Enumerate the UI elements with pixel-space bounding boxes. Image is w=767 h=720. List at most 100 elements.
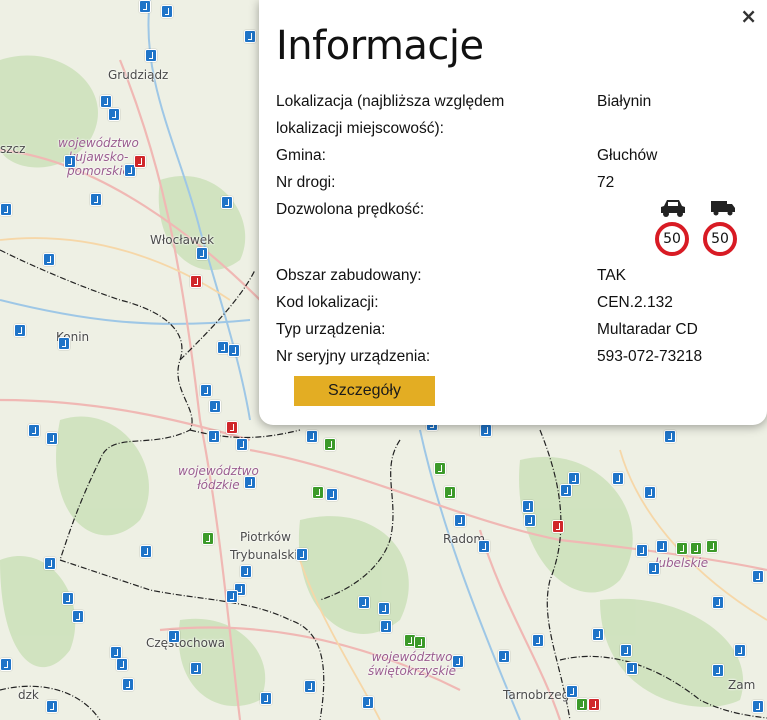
speed-camera-marker[interactable]: [648, 562, 660, 575]
speed-camera-marker[interactable]: [664, 430, 676, 443]
speed-camera-marker[interactable]: [306, 430, 318, 443]
speed-camera-marker[interactable]: [362, 696, 374, 709]
speed-camera-marker[interactable]: [612, 472, 624, 485]
speed-camera-marker[interactable]: [168, 630, 180, 643]
speed-camera-marker[interactable]: [244, 476, 256, 489]
speed-camera-marker[interactable]: [209, 400, 221, 413]
speed-camera-marker[interactable]: [752, 700, 764, 713]
speed-camera-marker[interactable]: [46, 432, 58, 445]
speed-camera-marker[interactable]: [636, 544, 648, 557]
speed-camera-marker[interactable]: [576, 698, 588, 711]
info-label: Nr drogi:: [276, 174, 336, 191]
speed-camera-marker[interactable]: [380, 620, 392, 633]
speed-camera-marker[interactable]: [116, 658, 128, 671]
speed-camera-marker[interactable]: [454, 514, 466, 527]
speed-camera-marker[interactable]: [706, 540, 718, 553]
speed-camera-marker[interactable]: [196, 247, 208, 260]
speed-camera-marker[interactable]: [90, 193, 102, 206]
speed-camera-marker[interactable]: [566, 685, 578, 698]
speed-camera-marker[interactable]: [626, 662, 638, 675]
speed-camera-marker[interactable]: [44, 557, 56, 570]
city-label: Tarnobrzeg: [503, 688, 570, 702]
speed-camera-marker[interactable]: [378, 602, 390, 615]
speed-camera-marker[interactable]: [240, 565, 252, 578]
info-value: Białynin: [597, 93, 652, 110]
speed-camera-marker[interactable]: [444, 486, 456, 499]
speed-camera-marker[interactable]: [478, 540, 490, 553]
speed-camera-marker[interactable]: [226, 421, 238, 434]
speed-camera-marker[interactable]: [58, 337, 70, 350]
speed-camera-marker[interactable]: [139, 0, 151, 13]
speed-camera-marker[interactable]: [434, 462, 446, 475]
speed-camera-marker[interactable]: [560, 484, 572, 497]
info-value: Multaradar CD: [597, 321, 698, 338]
city-label: Włocławek: [150, 233, 215, 247]
speed-camera-marker[interactable]: [752, 570, 764, 583]
speed-camera-marker[interactable]: [690, 542, 702, 555]
info-row-speed: Dozwolona prędkość: 50 50: [276, 196, 751, 262]
speed-camera-marker[interactable]: [145, 49, 157, 62]
info-value: TAK: [597, 267, 626, 284]
speed-camera-marker[interactable]: [498, 650, 510, 663]
speed-camera-marker[interactable]: [228, 344, 240, 357]
info-popup: Informacje × Lokalizacja (najbliższa wzg…: [259, 0, 767, 425]
speed-camera-marker[interactable]: [644, 486, 656, 499]
speed-camera-marker[interactable]: [100, 95, 112, 108]
speed-camera-marker[interactable]: [620, 644, 632, 657]
info-value: 72: [597, 174, 615, 191]
speed-camera-marker[interactable]: [244, 30, 256, 43]
info-label: Gmina:: [276, 147, 326, 164]
speed-camera-marker[interactable]: [414, 636, 426, 649]
speed-camera-marker[interactable]: [712, 664, 724, 677]
speed-camera-marker[interactable]: [0, 658, 12, 671]
speed-camera-marker[interactable]: [190, 662, 202, 675]
info-row-serial: Nr seryjny urządzenia: 593-072-73218: [276, 343, 751, 370]
speed-camera-marker[interactable]: [190, 275, 202, 288]
speed-camera-marker[interactable]: [236, 438, 248, 451]
speed-camera-marker[interactable]: [46, 700, 58, 713]
info-value: Głuchów: [597, 147, 658, 164]
speed-camera-marker[interactable]: [522, 500, 534, 513]
speed-camera-marker[interactable]: [72, 610, 84, 623]
speed-camera-marker[interactable]: [312, 486, 324, 499]
speed-camera-marker[interactable]: [200, 384, 212, 397]
speed-camera-marker[interactable]: [676, 542, 688, 555]
speed-camera-marker[interactable]: [161, 5, 173, 18]
details-button[interactable]: Szczegóły: [294, 376, 435, 406]
speed-camera-marker[interactable]: [226, 590, 238, 603]
speed-camera-marker[interactable]: [140, 545, 152, 558]
speed-camera-marker[interactable]: [134, 155, 146, 168]
speed-camera-marker[interactable]: [43, 253, 55, 266]
speed-camera-marker[interactable]: [296, 548, 308, 561]
region-label: lubelskie: [655, 556, 709, 570]
close-icon[interactable]: ×: [740, 4, 757, 28]
speed-camera-marker[interactable]: [592, 628, 604, 641]
speed-camera-marker[interactable]: [108, 108, 120, 121]
speed-camera-marker[interactable]: [28, 424, 40, 437]
speed-camera-marker[interactable]: [202, 532, 214, 545]
speed-camera-marker[interactable]: [304, 680, 316, 693]
speed-camera-marker[interactable]: [656, 540, 668, 553]
info-row-device-type: Typ urządzenia: Multaradar CD: [276, 316, 751, 343]
car-speed-limit-sign: 50: [655, 222, 689, 256]
speed-camera-marker[interactable]: [532, 634, 544, 647]
speed-camera-marker[interactable]: [524, 514, 536, 527]
speed-camera-marker[interactable]: [324, 438, 336, 451]
speed-camera-marker[interactable]: [122, 678, 134, 691]
speed-camera-marker[interactable]: [588, 698, 600, 711]
speed-camera-marker[interactable]: [326, 488, 338, 501]
speed-camera-marker[interactable]: [62, 592, 74, 605]
info-value: CEN.2.132: [597, 294, 673, 311]
speed-camera-marker[interactable]: [0, 203, 12, 216]
speed-camera-marker[interactable]: [14, 324, 26, 337]
speed-camera-marker[interactable]: [208, 430, 220, 443]
speed-camera-marker[interactable]: [221, 196, 233, 209]
speed-camera-marker[interactable]: [712, 596, 724, 609]
speed-camera-marker[interactable]: [734, 644, 746, 657]
speed-camera-marker[interactable]: [260, 692, 272, 705]
speed-camera-marker[interactable]: [480, 424, 492, 437]
speed-camera-marker[interactable]: [358, 596, 370, 609]
speed-camera-marker[interactable]: [552, 520, 564, 533]
speed-camera-marker[interactable]: [452, 655, 464, 668]
speed-camera-marker[interactable]: [64, 155, 76, 168]
